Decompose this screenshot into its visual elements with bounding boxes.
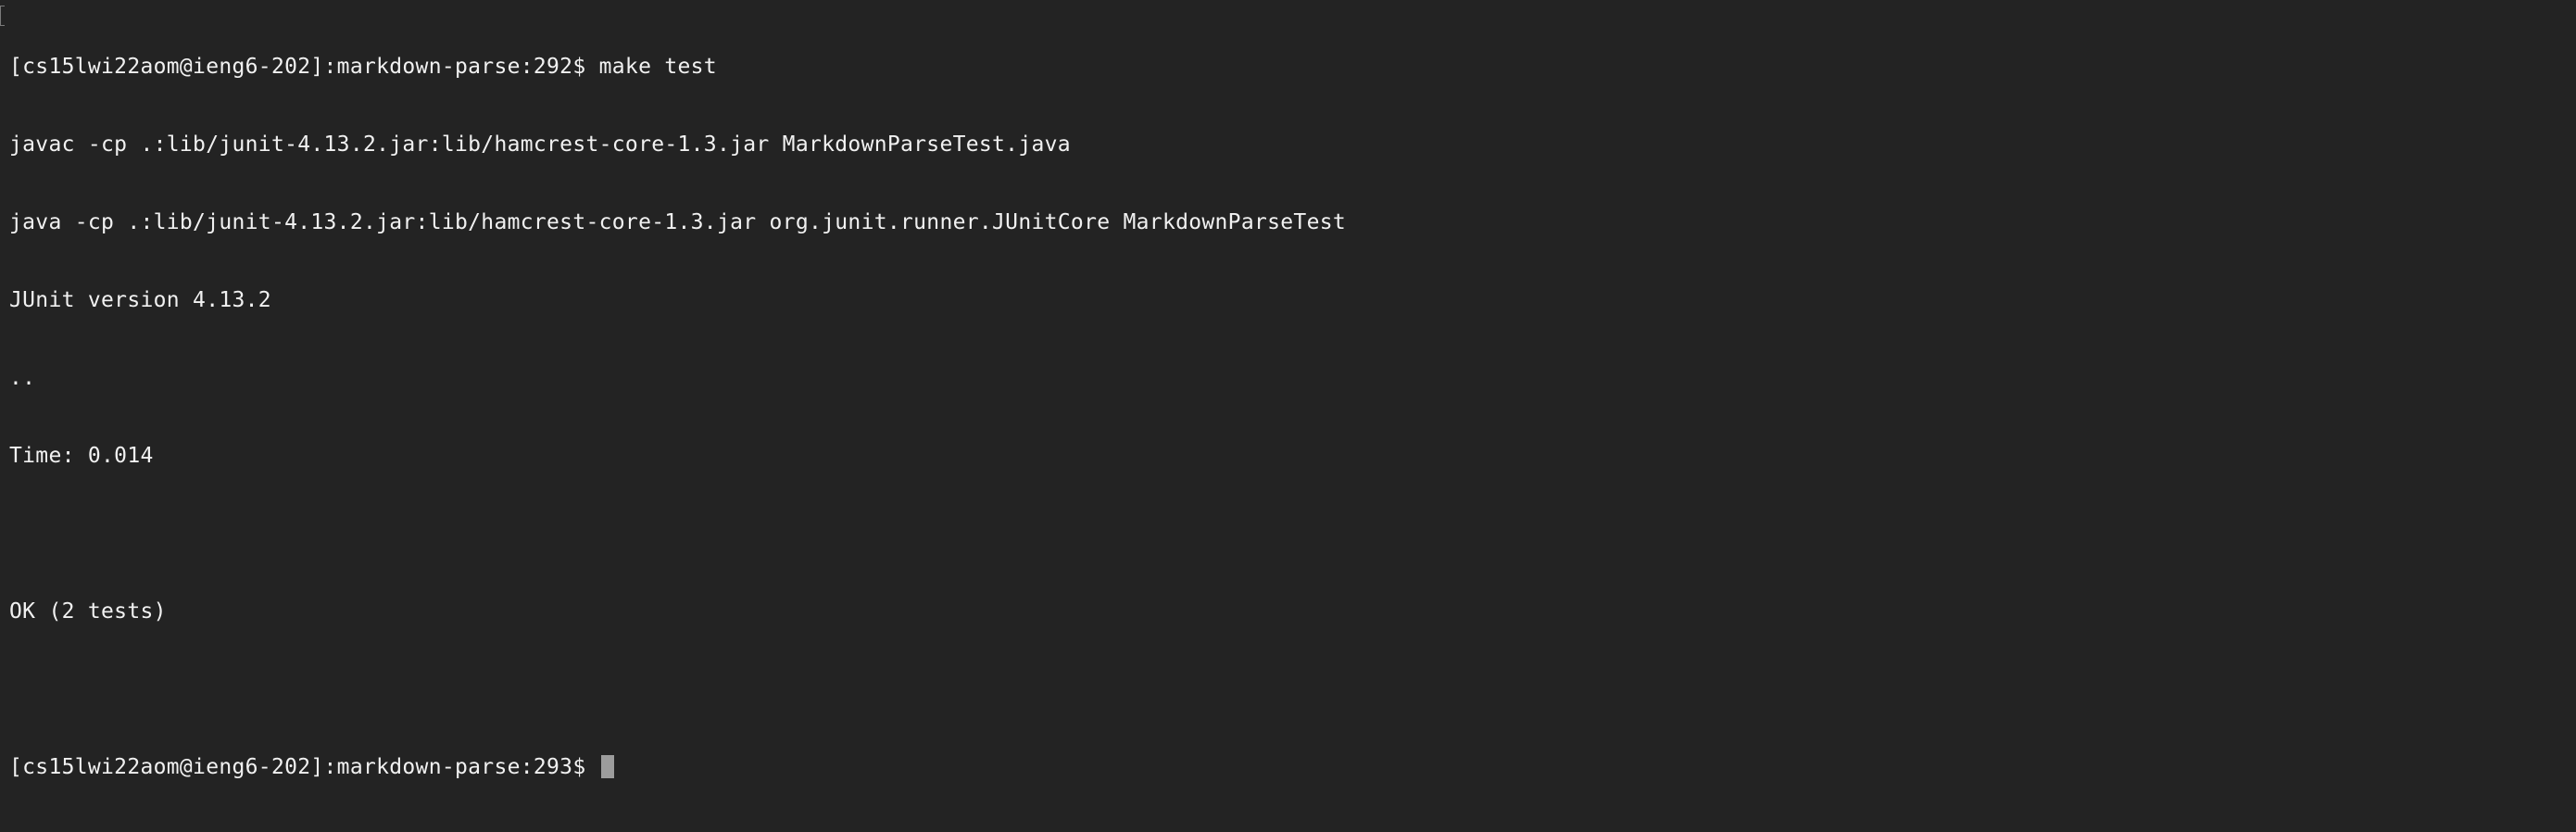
output-line: Time: 0.014 [9, 444, 154, 468]
current-prompt-line[interactable]: [cs15lwi22aom@ieng6-202]:markdown-parse:… [9, 754, 1346, 780]
mark-indicator [0, 6, 5, 26]
text-cursor [600, 755, 614, 778]
prompt-text: [cs15lwi22aom@ieng6-202]:markdown-parse:… [9, 755, 599, 779]
output-line: OK (2 tests) [9, 599, 167, 624]
terminal-window[interactable]: [cs15lwi22aom@ieng6-202]:markdown-parse:… [0, 0, 2576, 779]
terminal-output: [cs15lwi22aom@ieng6-202]:markdown-parse:… [9, 2, 1346, 832]
output-line: .. [9, 366, 36, 390]
output-line: javac -cp .:lib/junit-4.13.2.jar:lib/ham… [9, 132, 1071, 157]
prompt-line: [cs15lwi22aom@ieng6-202]:markdown-parse:… [9, 55, 717, 79]
output-line: java -cp .:lib/junit-4.13.2.jar:lib/hamc… [9, 210, 1347, 234]
output-line: JUnit version 4.13.2 [9, 288, 271, 312]
